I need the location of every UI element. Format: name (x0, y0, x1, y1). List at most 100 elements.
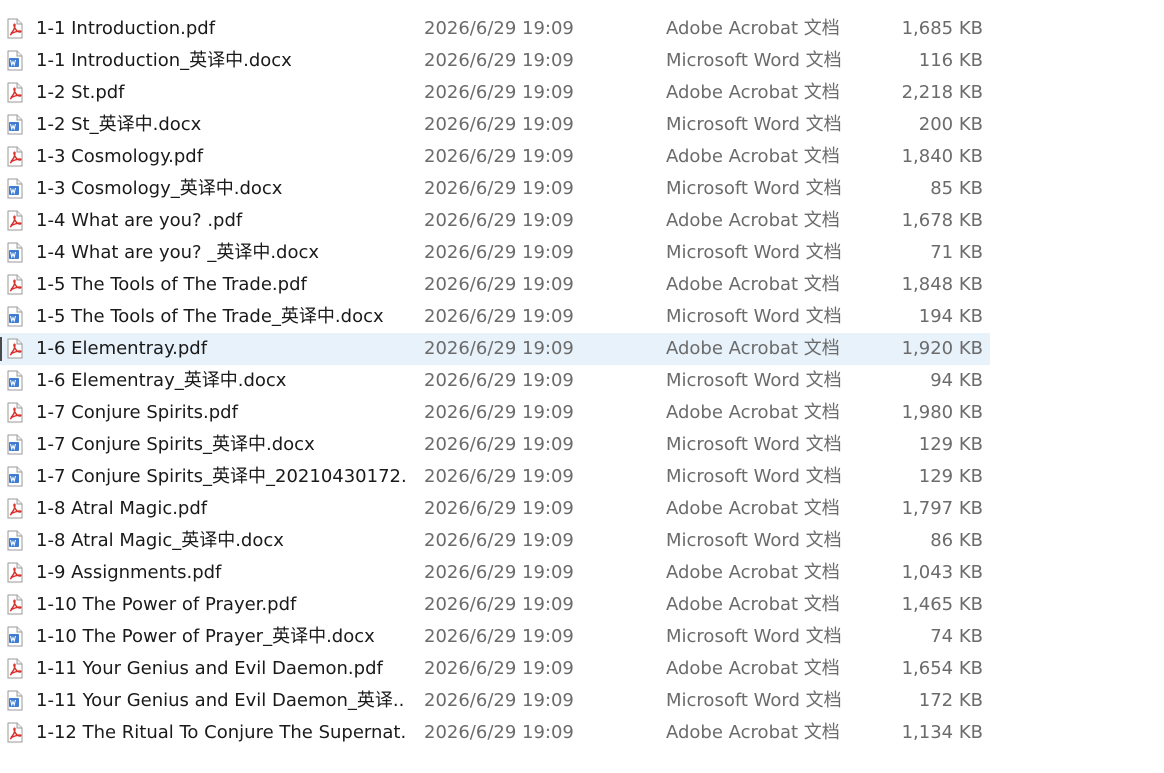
file-row-2[interactable]: 1-1 Introduction_英译中.docx 2026/6/29 19:0… (0, 45, 990, 77)
file-modified-date: 2026/6/29 19:09 (424, 178, 574, 199)
pdf-icon (7, 658, 23, 679)
file-size: 94 KB (930, 370, 983, 391)
file-name: 1-2 St_英译中.docx (36, 114, 202, 135)
file-name: 1-4 What are you? .pdf (36, 210, 243, 231)
file-name: 1-4 What are you? _英译中.docx (36, 242, 320, 263)
file-size: 1,134 KB (901, 722, 983, 743)
pdf-icon (7, 18, 23, 39)
file-modified-date: 2026/6/29 19:09 (424, 114, 574, 135)
file-name: 1-8 Atral Magic.pdf (36, 498, 208, 519)
file-row-18[interactable]: 1-9 Assignments.pdf 2026/6/29 19:09 Adob… (0, 557, 990, 589)
file-type: Microsoft Word 文档 (666, 434, 842, 455)
word-doc-icon (7, 626, 23, 647)
pdf-icon (7, 338, 23, 359)
file-modified-date: 2026/6/29 19:09 (424, 466, 574, 487)
file-icon-cell (4, 493, 28, 525)
file-row-5[interactable]: 1-3 Cosmology.pdf 2026/6/29 19:09 Adobe … (0, 141, 990, 173)
file-size: 74 KB (930, 626, 983, 647)
file-row-11[interactable]: 1-6 Elementray.pdf 2026/6/29 19:09 Adobe… (0, 333, 990, 365)
file-row-21[interactable]: 1-11 Your Genius and Evil Daemon.pdf 202… (0, 653, 990, 685)
file-type: Adobe Acrobat 文档 (666, 658, 840, 679)
file-name: 1-6 Elementray_英译中.docx (36, 370, 287, 391)
file-size: 1,920 KB (901, 338, 983, 359)
pdf-icon (7, 402, 23, 423)
file-row-9[interactable]: 1-5 The Tools of The Trade.pdf 2026/6/29… (0, 269, 990, 301)
file-type: Adobe Acrobat 文档 (666, 402, 840, 423)
file-type: Adobe Acrobat 文档 (666, 594, 840, 615)
file-icon-cell (4, 365, 28, 397)
file-row-22[interactable]: 1-11 Your Genius and Evil Daemon_英译... 2… (0, 685, 990, 717)
file-row-14[interactable]: 1-7 Conjure Spirits_英译中.docx 2026/6/29 1… (0, 429, 990, 461)
file-type: Adobe Acrobat 文档 (666, 210, 840, 231)
file-modified-date: 2026/6/29 19:09 (424, 242, 574, 263)
file-size: 1,654 KB (901, 658, 983, 679)
file-row-19[interactable]: 1-10 The Power of Prayer.pdf 2026/6/29 1… (0, 589, 990, 621)
file-row-7[interactable]: 1-4 What are you? .pdf 2026/6/29 19:09 A… (0, 205, 990, 237)
file-modified-date: 2026/6/29 19:09 (424, 82, 574, 103)
pdf-icon (7, 146, 23, 167)
file-row-16[interactable]: 1-8 Atral Magic.pdf 2026/6/29 19:09 Adob… (0, 493, 990, 525)
file-type: Microsoft Word 文档 (666, 530, 842, 551)
file-type: Adobe Acrobat 文档 (666, 562, 840, 583)
file-modified-date: 2026/6/29 19:09 (424, 562, 574, 583)
file-name: 1-7 Conjure Spirits.pdf (36, 402, 238, 423)
file-row-8[interactable]: 1-4 What are you? _英译中.docx 2026/6/29 19… (0, 237, 990, 269)
file-modified-date: 2026/6/29 19:09 (424, 50, 574, 71)
file-row-15[interactable]: 1-7 Conjure Spirits_英译中_20210430172... 2… (0, 461, 990, 493)
pdf-icon (7, 210, 23, 231)
file-type: Adobe Acrobat 文档 (666, 498, 840, 519)
file-type: Adobe Acrobat 文档 (666, 146, 840, 167)
file-modified-date: 2026/6/29 19:09 (424, 658, 574, 679)
file-row-4[interactable]: 1-2 St_英译中.docx 2026/6/29 19:09 Microsof… (0, 109, 990, 141)
file-row-17[interactable]: 1-8 Atral Magic_英译中.docx 2026/6/29 19:09… (0, 525, 990, 557)
file-size: 1,797 KB (901, 498, 983, 519)
file-size: 86 KB (930, 530, 983, 551)
file-modified-date: 2026/6/29 19:09 (424, 402, 574, 423)
file-row-3[interactable]: 1-2 St.pdf 2026/6/29 19:09 Adobe Acrobat… (0, 77, 990, 109)
word-doc-icon (7, 690, 23, 711)
file-row-23[interactable]: 1-12 The Ritual To Conjure The Supernat.… (0, 717, 990, 749)
file-row-6[interactable]: 1-3 Cosmology_英译中.docx 2026/6/29 19:09 M… (0, 173, 990, 205)
file-name: 1-10 The Power of Prayer_英译中.docx (36, 626, 375, 647)
file-type: Adobe Acrobat 文档 (666, 82, 840, 103)
file-modified-date: 2026/6/29 19:09 (424, 722, 574, 743)
file-name: 1-3 Cosmology.pdf (36, 146, 204, 167)
file-icon-cell (4, 77, 28, 109)
word-doc-icon (7, 434, 23, 455)
file-size: 1,980 KB (901, 402, 983, 423)
file-name: 1-7 Conjure Spirits_英译中.docx (36, 434, 315, 455)
file-size: 172 KB (918, 690, 983, 711)
file-size: 85 KB (930, 178, 983, 199)
file-type: Microsoft Word 文档 (666, 370, 842, 391)
file-size: 1,685 KB (901, 18, 983, 39)
pdf-icon (7, 274, 23, 295)
file-row-13[interactable]: 1-7 Conjure Spirits.pdf 2026/6/29 19:09 … (0, 397, 990, 429)
file-size: 129 KB (918, 434, 983, 455)
word-doc-icon (7, 114, 23, 135)
file-name: 1-5 The Tools of The Trade.pdf (36, 274, 307, 295)
file-icon-cell (4, 525, 28, 557)
file-size: 129 KB (918, 466, 983, 487)
file-name: 1-8 Atral Magic_英译中.docx (36, 530, 284, 551)
file-icon-cell (4, 717, 28, 749)
file-row-12[interactable]: 1-6 Elementray_英译中.docx 2026/6/29 19:09 … (0, 365, 990, 397)
file-size: 1,678 KB (901, 210, 983, 231)
file-modified-date: 2026/6/29 19:09 (424, 210, 574, 231)
file-icon-cell (4, 429, 28, 461)
file-modified-date: 2026/6/29 19:09 (424, 306, 574, 327)
file-icon-cell (4, 13, 28, 45)
file-type: Microsoft Word 文档 (666, 466, 842, 487)
file-name: 1-1 Introduction_英译中.docx (36, 50, 292, 71)
file-icon-cell (4, 269, 28, 301)
file-row-1[interactable]: 1-1 Introduction.pdf 2026/6/29 19:09 Ado… (0, 13, 990, 45)
file-name: 1-11 Your Genius and Evil Daemon.pdf (36, 658, 383, 679)
file-icon-cell (4, 109, 28, 141)
file-type: Adobe Acrobat 文档 (666, 274, 840, 295)
file-row-10[interactable]: 1-5 The Tools of The Trade_英译中.docx 2026… (0, 301, 990, 333)
file-type: Microsoft Word 文档 (666, 114, 842, 135)
file-size: 1,465 KB (901, 594, 983, 615)
file-size: 1,043 KB (901, 562, 983, 583)
pdf-icon (7, 722, 23, 743)
word-doc-icon (7, 466, 23, 487)
file-row-20[interactable]: 1-10 The Power of Prayer_英译中.docx 2026/6… (0, 621, 990, 653)
